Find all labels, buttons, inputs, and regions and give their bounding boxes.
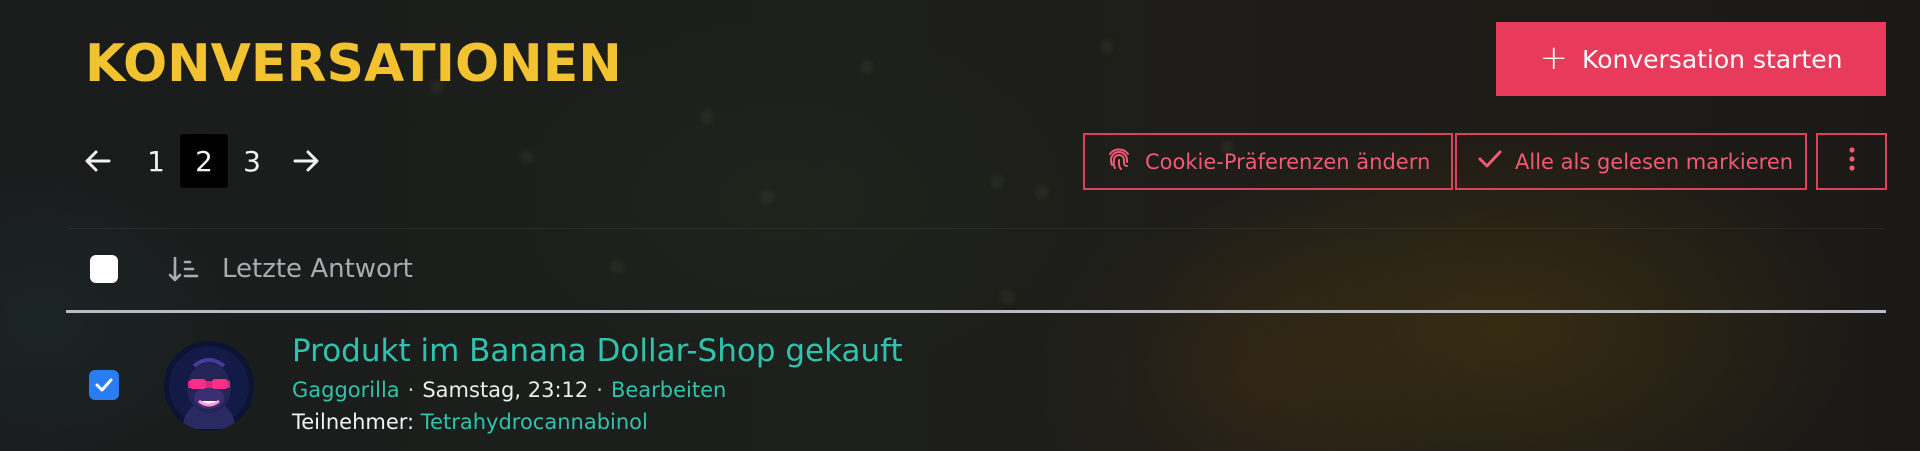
participants-line: Teilnehmer: Tetrahydrocannabinol — [292, 410, 648, 434]
sort-label[interactable]: Letzte Antwort — [222, 254, 413, 284]
conversation-checkbox[interactable] — [89, 370, 119, 400]
conversation-title[interactable]: Produkt im Banana Dollar-Shop gekauft — [292, 333, 903, 369]
arrow-left-icon[interactable] — [80, 143, 116, 179]
edit-link[interactable]: Bearbeiten — [611, 378, 726, 402]
page: KONVERSATIONEN + Konversation starten 1 … — [0, 0, 1920, 451]
conversation-meta: Gaggorilla · Samstag, 23:12 · Bearbeiten — [292, 378, 726, 402]
select-all-checkbox[interactable] — [90, 255, 118, 283]
mark-all-read-button[interactable]: Alle als gelesen markieren — [1455, 133, 1807, 190]
check-icon — [1477, 148, 1503, 175]
mark-all-read-label: Alle als gelesen markieren — [1515, 149, 1794, 174]
divider — [68, 228, 1884, 229]
avatar[interactable] — [164, 341, 254, 431]
page-title: KONVERSATIONEN — [85, 34, 622, 94]
checkmark-icon — [95, 378, 113, 392]
page-link-3[interactable]: 3 — [228, 134, 276, 188]
fingerprint-icon — [1105, 145, 1133, 178]
timestamp: Samstag, 23:12 — [422, 378, 589, 402]
more-vertical-icon — [1848, 146, 1856, 177]
sort-descending-icon[interactable] — [168, 255, 200, 289]
separator: · — [407, 378, 415, 402]
cookie-preferences-label: Cookie-Präferenzen ändern — [1145, 149, 1431, 174]
conversation-row[interactable]: Produkt im Banana Dollar-Shop gekauft Ga… — [0, 330, 1920, 451]
list-divider — [66, 310, 1886, 313]
separator: · — [596, 378, 603, 402]
author-link[interactable]: Gaggorilla — [292, 378, 400, 402]
plus-icon: + — [1539, 37, 1569, 78]
page-link-1[interactable]: 1 — [132, 134, 180, 188]
start-conversation-button[interactable]: + Konversation starten — [1496, 22, 1886, 96]
cookie-preferences-button[interactable]: Cookie-Präferenzen ändern — [1083, 133, 1453, 190]
list-header: Letzte Antwort — [0, 245, 1920, 303]
more-options-button[interactable] — [1816, 133, 1887, 190]
pagination: 1 2 3 — [80, 134, 324, 188]
participants-label: Teilnehmer: — [292, 410, 415, 434]
start-conversation-label: Konversation starten — [1582, 44, 1843, 74]
arrow-right-icon[interactable] — [288, 143, 324, 179]
page-link-2-current[interactable]: 2 — [180, 134, 228, 188]
participant-link[interactable]: Tetrahydrocannabinol — [421, 410, 648, 434]
